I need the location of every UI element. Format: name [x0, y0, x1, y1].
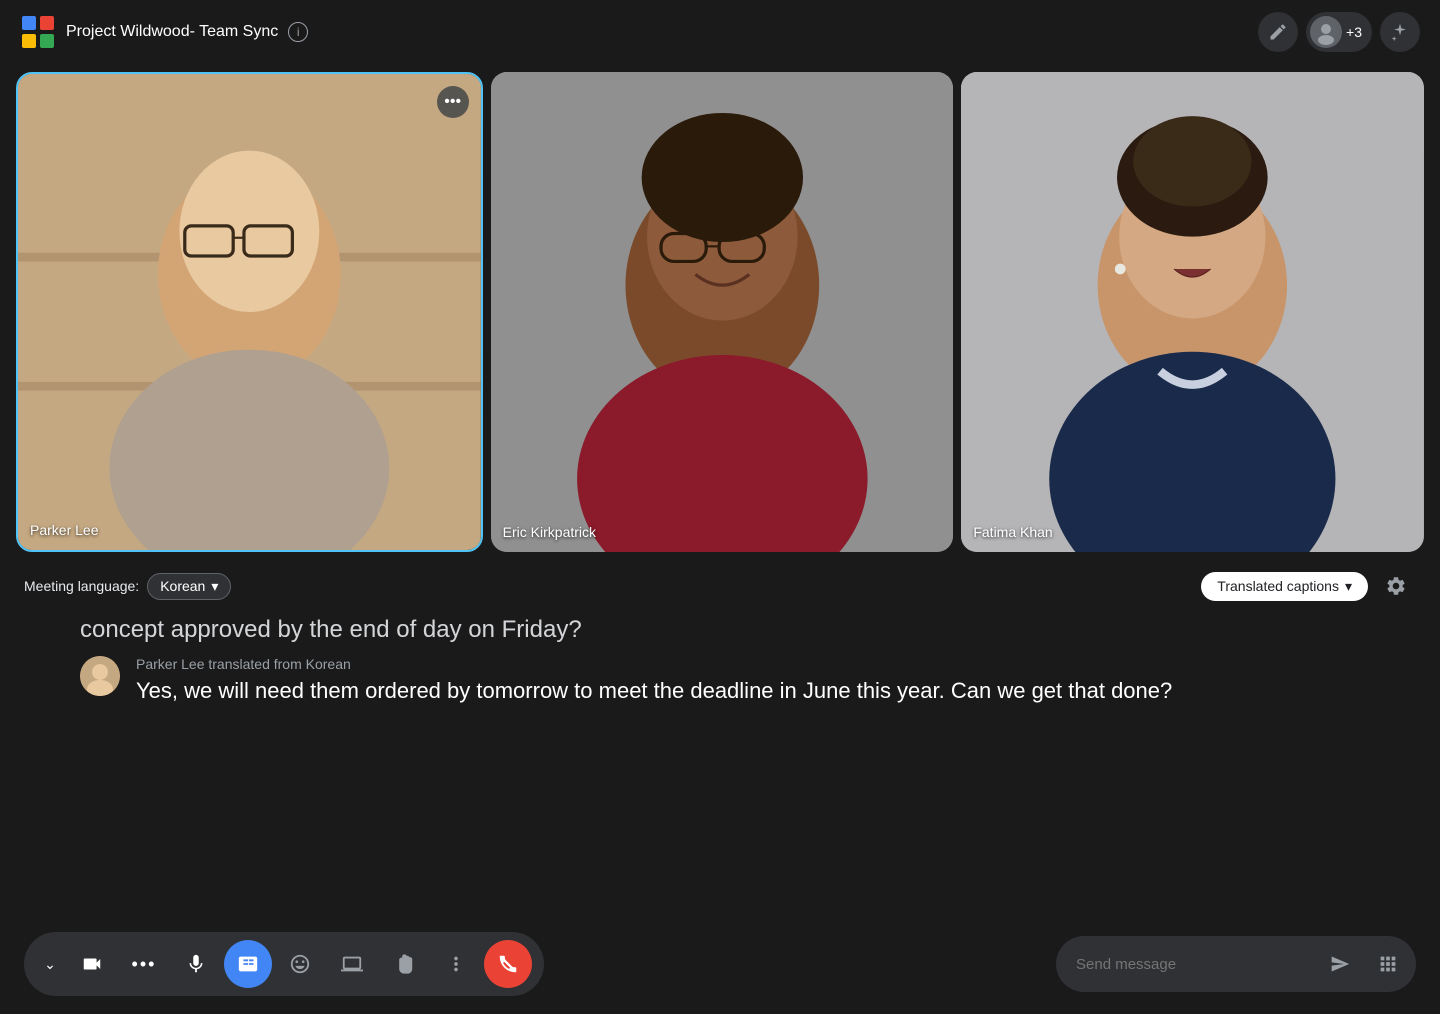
edit-button[interactable] [1258, 12, 1298, 52]
raise-hand-button[interactable] [380, 940, 428, 988]
bottom-bar: ⌄ ••• [0, 914, 1440, 1014]
google-logo [20, 14, 56, 50]
header: Project Wildwood- Team Sync i +3 [0, 0, 1440, 64]
header-left: Project Wildwood- Team Sync i [20, 14, 308, 50]
toolbar-group: ⌄ ••• [24, 932, 544, 996]
camera-button[interactable] [68, 940, 116, 988]
send-button[interactable] [1320, 944, 1360, 984]
caption-current-text: Yes, we will need them ordered by tomorr… [136, 676, 1172, 707]
captions-area: concept approved by the end of day on Fr… [0, 606, 1440, 717]
language-chevron: ▾ [211, 578, 218, 595]
caption-current-row: Parker Lee translated from Korean Yes, w… [80, 656, 1360, 707]
translated-captions-button[interactable]: Translated captions ▾ [1201, 572, 1368, 601]
language-value: Korean [160, 578, 205, 594]
translated-captions-label: Translated captions [1217, 578, 1339, 594]
video-tile-fatima[interactable]: Fatima Khan [961, 72, 1424, 552]
info-icon[interactable]: i [288, 22, 308, 42]
video-tile-parker[interactable]: Parker Lee ••• [16, 72, 483, 552]
speaker-label: Parker Lee translated from Korean [136, 656, 1172, 672]
speaker-avatar [80, 656, 120, 696]
present-button[interactable] [328, 940, 376, 988]
message-input[interactable] [1076, 956, 1312, 973]
parker-more-button[interactable]: ••• [437, 86, 469, 118]
camera-options-button[interactable]: ⌄ [36, 940, 64, 988]
message-input-area [1056, 936, 1416, 992]
meeting-title: Project Wildwood- Team Sync [66, 23, 278, 41]
eric-name-tag: Eric Kirkpatrick [503, 524, 596, 540]
parker-video [18, 74, 481, 550]
sparkle-button[interactable] [1380, 12, 1420, 52]
fatima-video [961, 72, 1424, 552]
toolbar-section: ⌄ ••• [24, 932, 544, 996]
mic-button[interactable] [172, 940, 220, 988]
eric-video [491, 72, 954, 552]
end-call-button[interactable] [484, 940, 532, 988]
settings-button[interactable] [1376, 566, 1416, 606]
meeting-language-label: Meeting language: [24, 578, 139, 594]
participant-avatar-main [1310, 16, 1342, 48]
language-dropdown[interactable]: Korean ▾ [147, 573, 231, 600]
caption-previous-text: concept approved by the end of day on Fr… [80, 616, 1360, 644]
fatima-name-tag: Fatima Khan [973, 524, 1052, 540]
parker-name-tag: Parker Lee [30, 522, 98, 538]
video-grid: Parker Lee ••• [0, 72, 1440, 552]
header-right: +3 [1258, 12, 1420, 52]
apps-button[interactable] [1368, 944, 1408, 984]
translated-captions-chevron: ▾ [1345, 578, 1352, 595]
meeting-language-section: Meeting language: Korean ▾ [24, 573, 231, 600]
participants-badge[interactable]: +3 [1306, 12, 1372, 52]
overflow-button[interactable] [432, 940, 480, 988]
video-tile-eric[interactable]: Eric Kirkpatrick [491, 72, 954, 552]
emoji-button[interactable] [276, 940, 324, 988]
participant-count: +3 [1346, 24, 1362, 40]
more-options-button[interactable]: ••• [120, 940, 168, 988]
caption-text-block: Parker Lee translated from Korean Yes, w… [136, 656, 1172, 707]
translated-captions-section: Translated captions ▾ [1201, 566, 1416, 606]
caption-controls: Meeting language: Korean ▾ Translated ca… [0, 552, 1440, 606]
captions-button[interactable] [224, 940, 272, 988]
